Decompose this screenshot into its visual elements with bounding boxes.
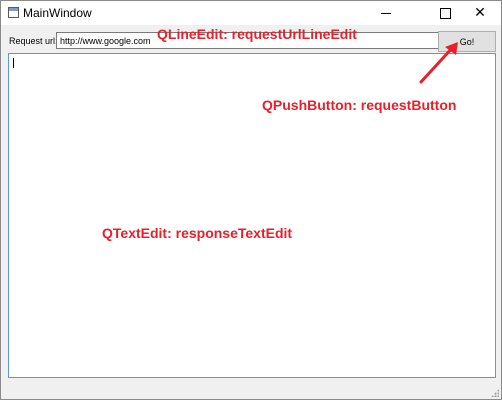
request-url-label: Request url: bbox=[9, 36, 58, 46]
annotation-line-edit: QLineEdit: requestUrlLineEdit bbox=[157, 26, 357, 42]
annotation-push-button: QPushButton: requestButton bbox=[262, 97, 457, 113]
minimize-icon bbox=[381, 12, 391, 14]
title-bar[interactable]: MainWindow ✕ bbox=[1, 1, 501, 25]
text-caret bbox=[13, 58, 14, 68]
app-window-icon bbox=[8, 7, 19, 18]
size-grip-icon[interactable] bbox=[491, 389, 499, 397]
annotation-text-edit: QTextEdit: responseTextEdit bbox=[102, 225, 293, 241]
close-icon: ✕ bbox=[474, 5, 486, 21]
annotation-arrow-icon bbox=[419, 42, 458, 84]
close-button[interactable]: ✕ bbox=[457, 1, 502, 25]
maximize-icon bbox=[439, 7, 451, 19]
window-title: MainWindow bbox=[23, 6, 92, 20]
minimize-button[interactable] bbox=[363, 1, 409, 25]
